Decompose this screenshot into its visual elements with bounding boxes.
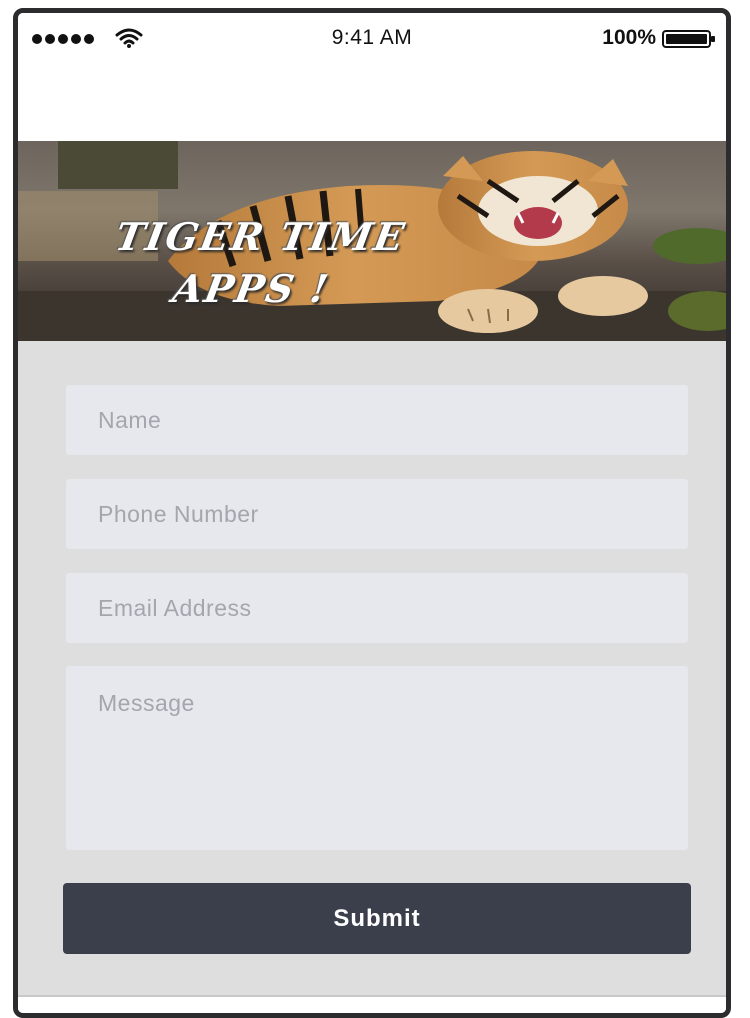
phone-number-field[interactable] [66,479,688,549]
email-address-field[interactable] [66,573,688,643]
status-bar: 9:41 AM 100% [18,13,726,63]
submit-button[interactable]: Submit [63,883,691,954]
nav-bar [18,63,726,141]
hero-title: TIGER TIME APPS ! [112,214,410,311]
name-field[interactable] [66,385,688,455]
bottom-bar [18,997,726,1013]
hero-banner: TIGER TIME APPS ! [18,141,726,341]
phone-frame: 9:41 AM 100% TIGER TIME APPS ! Name Phon… [13,8,731,1018]
message-field[interactable] [66,666,688,850]
battery-percent: 100% [602,26,656,49]
battery-icon [662,30,715,48]
contact-form: Submit [18,341,726,1013]
